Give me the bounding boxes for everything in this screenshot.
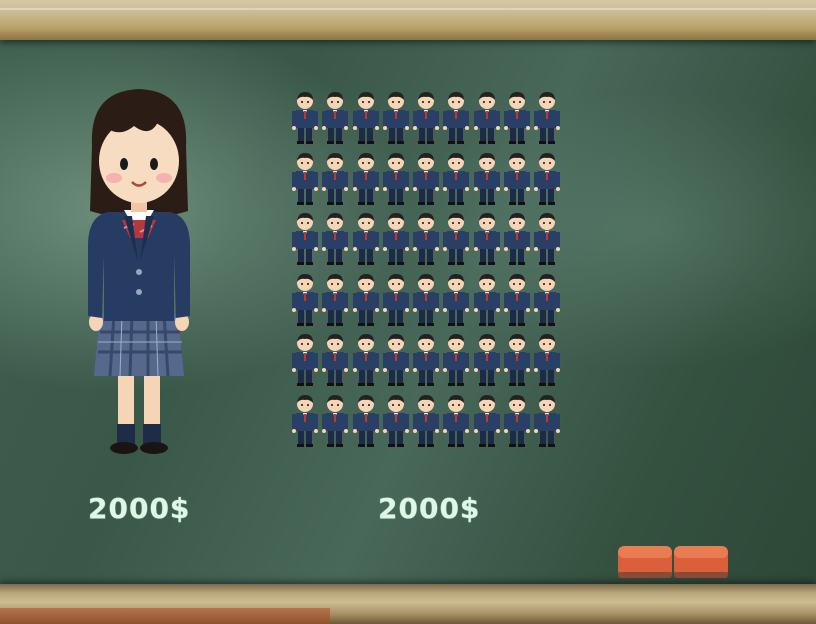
schoolboy-icon xyxy=(502,394,532,447)
schoolboy-icon xyxy=(320,273,350,326)
schoolboy-icon xyxy=(532,334,562,386)
schoolboy-icon xyxy=(472,92,502,144)
chalkboard-eraser-icon xyxy=(672,542,730,582)
schoolboy-icon xyxy=(381,334,411,386)
schoolboy-icon xyxy=(441,394,471,447)
schoolboy-icon xyxy=(411,394,441,447)
schoolboy-icon xyxy=(411,334,441,386)
schoolboy-icon xyxy=(381,92,411,144)
schoolboy-icon xyxy=(320,92,350,144)
schoolboy-icon xyxy=(502,213,532,265)
schoolboy-icon xyxy=(411,213,441,265)
schoolboy-icon xyxy=(472,273,502,326)
schoolboy-icon xyxy=(320,152,350,205)
schoolboy-icon xyxy=(351,213,381,265)
schoolgirl-illustration xyxy=(74,86,204,461)
schoolboy-icon xyxy=(290,92,320,144)
schoolboy-icon xyxy=(290,213,320,265)
schoolboy-icon xyxy=(441,92,471,144)
schoolboy-icon xyxy=(351,92,381,144)
schoolboy-icon xyxy=(290,273,320,326)
schoolboy-icon xyxy=(381,152,411,205)
schoolboy-icon xyxy=(320,213,350,265)
schoolboy-icon xyxy=(502,152,532,205)
schoolboy-icon xyxy=(472,394,502,447)
schoolboy-icon xyxy=(472,334,502,386)
schoolboy-icon xyxy=(351,273,381,326)
schoolboy-icon xyxy=(351,334,381,386)
schoolboy-icon xyxy=(502,334,532,386)
schoolboy-icon xyxy=(532,152,562,205)
schoolboy-icon xyxy=(411,92,441,144)
schoolboy-icon xyxy=(532,92,562,144)
schoolboy-icon xyxy=(441,213,471,265)
schoolboy-icon xyxy=(290,394,320,447)
schoolboy-icon xyxy=(381,394,411,447)
schoolboy-icon xyxy=(351,152,381,205)
schoolboy-icon xyxy=(411,273,441,326)
schoolboy-icon xyxy=(502,92,532,144)
schoolboy-icon xyxy=(381,213,411,265)
schoolboy-icon xyxy=(320,394,350,447)
schoolboy-icon xyxy=(441,334,471,386)
schoolboy-icon xyxy=(472,213,502,265)
schoolboy-icon xyxy=(441,273,471,326)
schoolboy-icon xyxy=(472,152,502,205)
schoolboy-icon xyxy=(381,273,411,326)
schoolboy-icon xyxy=(290,152,320,205)
chalkboard-top-frame xyxy=(0,0,816,40)
chalkboard-eraser-icon xyxy=(616,542,674,582)
schoolboy-grid xyxy=(290,92,563,455)
schoolboy-icon xyxy=(290,334,320,386)
schoolboy-icon xyxy=(532,394,562,447)
schoolboy-icon xyxy=(532,273,562,326)
schoolboy-icon xyxy=(411,152,441,205)
desk-edge xyxy=(0,608,330,624)
left-price-caption: 2000$ xyxy=(88,492,191,525)
schoolboy-icon xyxy=(502,273,532,326)
right-price-caption: 2000$ xyxy=(378,492,481,525)
schoolboy-icon xyxy=(532,213,562,265)
schoolboy-icon xyxy=(320,334,350,386)
schoolboy-icon xyxy=(351,394,381,447)
schoolboy-icon xyxy=(441,152,471,205)
